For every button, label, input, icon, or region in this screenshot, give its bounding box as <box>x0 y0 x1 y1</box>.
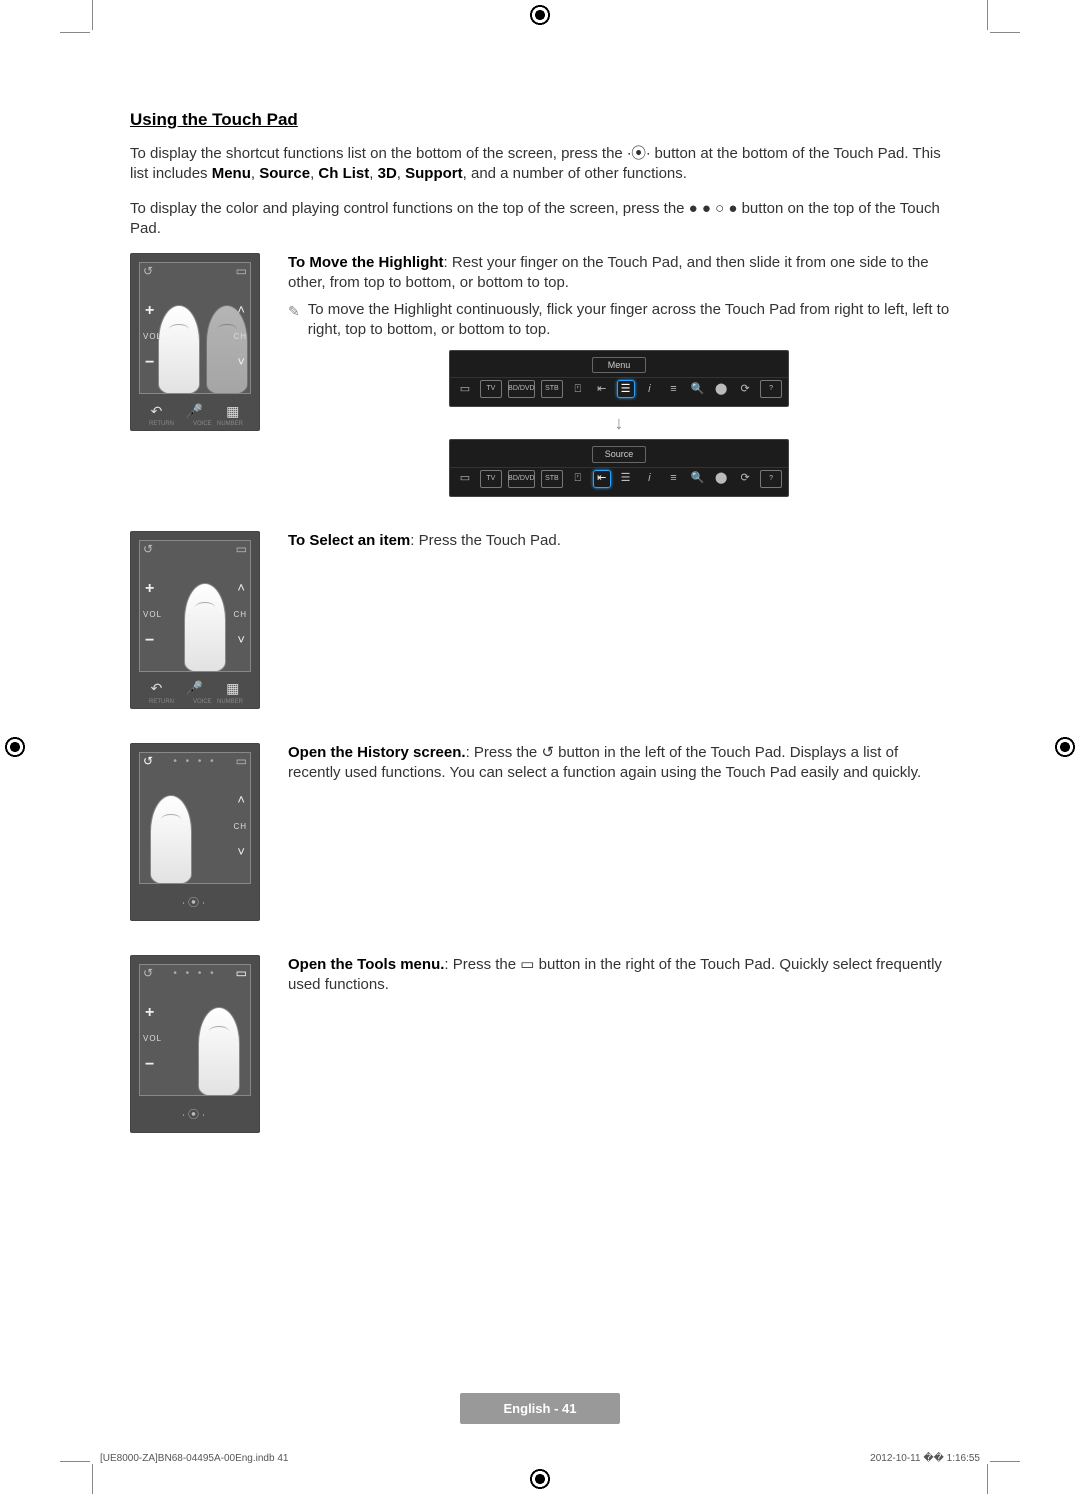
registration-mark-icon <box>529 1468 551 1490</box>
page-number-pill: English - 41 <box>460 1393 621 1424</box>
return-icon: ↶ <box>151 403 163 420</box>
registration-mark-icon <box>529 4 551 26</box>
touchpad-swipe-illustration: ↺▭ +− ˄˅ VOL CH ↶ 🎤 ▦ RETURN VOICE NUMBE… <box>130 253 260 431</box>
history-text: Open the History screen.: Press the ↺ bu… <box>288 743 950 784</box>
history-row: ↺▭ • • • • ˄˅ CH ∙⦿∙ Open the History sc… <box>130 743 950 921</box>
intro-paragraph-2: To display the color and playing control… <box>130 199 950 240</box>
section-heading: Using the Touch Pad <box>130 110 950 130</box>
move-highlight-text: To Move the Highlight: Rest your finger … <box>288 253 950 294</box>
menu-bar-illustration: Menu ▭ TV BD/DVD STB ⍞⇤ ☰ 𝑖≡🔍⬤⟳? <box>449 350 789 407</box>
color-buttons-icon: ● ● ○ ● <box>689 200 738 217</box>
number-icon: ▦ <box>226 403 239 420</box>
shortcut-button-icon: ∙⦿∙ <box>627 145 650 162</box>
touchpad-history-illustration: ↺▭ • • • • ˄˅ CH ∙⦿∙ <box>130 743 260 921</box>
page-footer: English - 41 <box>0 1393 1080 1424</box>
source-bar-illustration: Source ▭ TV BD/DVD STB ⍞ ⇤ ☰𝑖≡🔍⬤⟳? <box>449 439 789 496</box>
move-highlight-row: ↺▭ +− ˄˅ VOL CH ↶ 🎤 ▦ RETURN VOICE NUMBE… <box>130 253 950 497</box>
print-footer: [UE8000-ZA]BN68-04495A-00Eng.indb 41 201… <box>100 1453 980 1464</box>
source-icon: ⇤ <box>593 470 611 488</box>
note-icon: ✎ <box>288 302 300 341</box>
select-item-text: To Select an item: Press the Touch Pad. <box>288 531 950 551</box>
print-file-label: [UE8000-ZA]BN68-04495A-00Eng.indb 41 <box>100 1453 288 1464</box>
tools-icon: ▭ <box>520 956 534 973</box>
move-highlight-note: ✎ To move the Highlight continuously, fl… <box>288 300 950 341</box>
history-icon: ↺ <box>541 744 554 761</box>
select-item-row: ↺▭ +− ˄˅ VOL CH ↶🎤▦ RETURN VOICE NUMBER … <box>130 531 950 709</box>
menu-icon: ☰ <box>617 380 635 398</box>
print-timestamp: 2012-10-11 �� 1:16:55 <box>870 1453 980 1464</box>
voice-icon: 🎤 <box>186 403 203 420</box>
registration-mark-icon <box>4 736 26 758</box>
registration-mark-icon <box>1054 736 1076 758</box>
tools-row: ↺▭ • • • • +− VOL ∙⦿∙ Open the Tools men… <box>130 955 950 1133</box>
page-content: Using the Touch Pad To display the short… <box>130 110 950 1167</box>
tools-text: Open the Tools menu.: Press the ▭ button… <box>288 955 950 996</box>
intro-paragraph-1: To display the shortcut functions list o… <box>130 144 950 185</box>
arrow-down-icon: ↓ <box>288 411 950 435</box>
touchpad-press-illustration: ↺▭ +− ˄˅ VOL CH ↶🎤▦ RETURN VOICE NUMBER <box>130 531 260 709</box>
touchpad-tools-illustration: ↺▭ • • • • +− VOL ∙⦿∙ <box>130 955 260 1133</box>
